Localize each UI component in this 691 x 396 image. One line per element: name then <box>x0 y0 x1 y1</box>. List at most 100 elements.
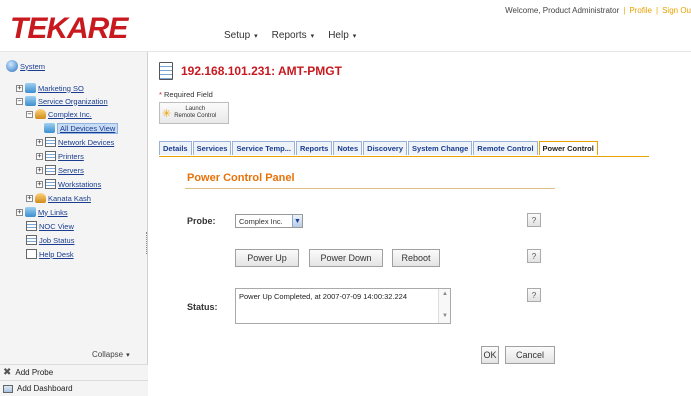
chevron-down-icon[interactable]: ▼ <box>292 215 302 227</box>
power-up-button[interactable]: Power Up <box>235 249 299 267</box>
tab-power-control[interactable]: Power Control <box>538 141 598 155</box>
ok-button[interactable]: OK <box>481 346 499 364</box>
launch-label-line2: Remote Control <box>174 113 217 119</box>
tree-item-marketing-so[interactable]: + Marketing SO <box>16 82 84 94</box>
device-group-icon <box>45 165 56 175</box>
probe-select[interactable]: Complex Inc. ▼ <box>235 214 303 228</box>
status-text: Power Up Completed, at 2007-07-09 14:00:… <box>239 292 408 301</box>
status-scrollbar[interactable]: ▲ ▼ <box>438 289 450 323</box>
sidebar-actions: ✖ Add Probe Add Dashboard <box>0 364 148 396</box>
required-field-note: * Required Field <box>159 90 213 99</box>
collapse-icon[interactable]: − <box>16 97 23 105</box>
expand-icon[interactable]: + <box>16 208 23 216</box>
panel-divider <box>185 188 555 189</box>
tree-item-help-desk[interactable]: Help Desk <box>26 248 74 260</box>
tab-reports[interactable]: Reports <box>295 141 333 155</box>
expand-icon[interactable]: + <box>36 180 43 188</box>
tree-item-noc-view[interactable]: NOC View <box>26 220 74 232</box>
nav-setup[interactable]: Setup ▾ <box>224 30 258 41</box>
tree-item-label: Service Organization <box>38 96 108 106</box>
status-help-icon[interactable]: ? <box>527 288 541 302</box>
tree-item-label: Servers <box>58 165 84 175</box>
expand-icon[interactable]: + <box>36 138 43 146</box>
tab-service-templates[interactable]: Service Temp... <box>232 141 295 155</box>
nav-help-label: Help <box>328 30 349 41</box>
tree-item-servers[interactable]: + Servers <box>36 164 84 176</box>
probe-label: Probe: <box>187 216 216 226</box>
launch-remote-control-button[interactable]: ✳ Launch Remote Control <box>159 102 229 124</box>
tree-item-label: Complex Inc. <box>48 109 92 119</box>
cancel-button[interactable]: Cancel <box>505 346 555 364</box>
expand-icon[interactable]: + <box>36 166 43 174</box>
tree-item-label: All Devices View <box>57 122 119 134</box>
add-dashboard-label: Add Dashboard <box>17 384 73 393</box>
tree-item-label: NOC View <box>39 221 74 231</box>
status-label: Status: <box>187 302 218 312</box>
power-down-button[interactable]: Power Down <box>309 249 383 267</box>
probe-help-icon[interactable]: ? <box>527 213 541 227</box>
add-dashboard-button[interactable]: Add Dashboard <box>0 380 148 396</box>
tree-item-my-links[interactable]: + My Links <box>16 206 68 218</box>
tab-system-change[interactable]: System Change <box>408 141 473 155</box>
folder-icon <box>25 96 36 106</box>
welcome-text: Welcome, Product Administrator <box>505 6 620 15</box>
remote-control-icon: ✳ <box>162 107 172 120</box>
organization-icon <box>35 109 46 119</box>
app-header: TEKARE Setup ▾ Reports ▾ Help ▾ Welcome, Pr… <box>0 0 691 52</box>
expand-icon[interactable]: + <box>26 194 33 202</box>
chevron-down-icon: ▾ <box>310 32 315 40</box>
signout-link[interactable]: Sign Ou <box>662 6 691 15</box>
tree-item-label: My Links <box>38 207 68 217</box>
nav-reports[interactable]: Reports ▾ <box>272 30 315 41</box>
scroll-up-icon[interactable]: ▲ <box>441 291 449 299</box>
scroll-down-icon[interactable]: ▼ <box>441 313 449 321</box>
tree-item-workstations[interactable]: + Workstations <box>36 178 101 190</box>
device-group-icon <box>45 179 56 189</box>
tree-item-label: Network Devices <box>58 137 115 147</box>
tree-item-complex-inc[interactable]: − Complex Inc. <box>26 108 92 120</box>
chevron-down-icon: ▾ <box>254 32 258 40</box>
tab-remote-control[interactable]: Remote Control <box>473 141 538 155</box>
tab-services[interactable]: Services <box>192 141 232 155</box>
page-title: 192.168.101.231: AMT-PMGT <box>181 64 342 78</box>
reboot-button[interactable]: Reboot <box>392 249 440 267</box>
folder-icon <box>25 207 36 217</box>
profile-link[interactable]: Profile <box>629 6 652 15</box>
tab-details[interactable]: Details <box>159 141 192 155</box>
tab-bar: Details Services Service Temp... Reports… <box>159 141 599 157</box>
tab-notes[interactable]: Notes <box>333 141 363 155</box>
expand-icon[interactable]: + <box>16 84 23 92</box>
tree-item-all-devices-view[interactable]: All Devices View <box>44 122 119 134</box>
top-nav: Setup ▾ Reports ▾ Help ▾ <box>224 30 356 41</box>
panel-title: Power Control Panel <box>187 172 295 184</box>
tree-item-network-devices[interactable]: + Network Devices <box>36 136 114 148</box>
launch-label: Launch Remote Control <box>174 106 216 120</box>
collapse-button[interactable]: Collapse ▾ <box>92 350 130 359</box>
app-logo: TEKARE <box>10 12 128 45</box>
tree-item-label: Printers <box>58 151 84 161</box>
expand-icon[interactable]: + <box>36 152 43 160</box>
tree-item-printers[interactable]: + Printers <box>36 150 84 162</box>
help-desk-icon <box>26 249 37 259</box>
chevron-down-icon: ▾ <box>352 32 357 40</box>
collapse-icon[interactable]: − <box>26 110 33 118</box>
add-probe-button[interactable]: ✖ Add Probe <box>0 364 148 380</box>
status-textarea[interactable]: Power Up Completed, at 2007-07-09 14:00:… <box>235 288 451 324</box>
sidebar: System + Marketing SO − Service Organizati… <box>0 52 148 396</box>
device-icon <box>159 62 173 80</box>
nav-reports-label: Reports <box>271 30 307 41</box>
tree-item-service-organization[interactable]: − Service Organization <box>16 95 108 107</box>
tree-item-kanata-kash[interactable]: + Kanata Kash <box>26 192 91 204</box>
sidebar-splitter[interactable] <box>146 232 148 254</box>
tree-item-job-status[interactable]: Job Status <box>26 234 74 246</box>
main-content: 192.168.101.231: AMT-PMGT * Required Fie… <box>149 52 691 396</box>
tree-item-system[interactable]: System <box>6 60 45 72</box>
probe-value: Complex Inc. <box>239 216 283 226</box>
device-group-icon <box>45 151 56 161</box>
tab-discovery[interactable]: Discovery <box>363 141 408 155</box>
nav-help[interactable]: Help ▾ <box>328 30 356 41</box>
tree-item-label: Help Desk <box>39 249 74 259</box>
separator: | <box>623 6 626 15</box>
power-help-icon[interactable]: ? <box>527 249 541 263</box>
tree-item-label: Job Status <box>39 235 75 245</box>
